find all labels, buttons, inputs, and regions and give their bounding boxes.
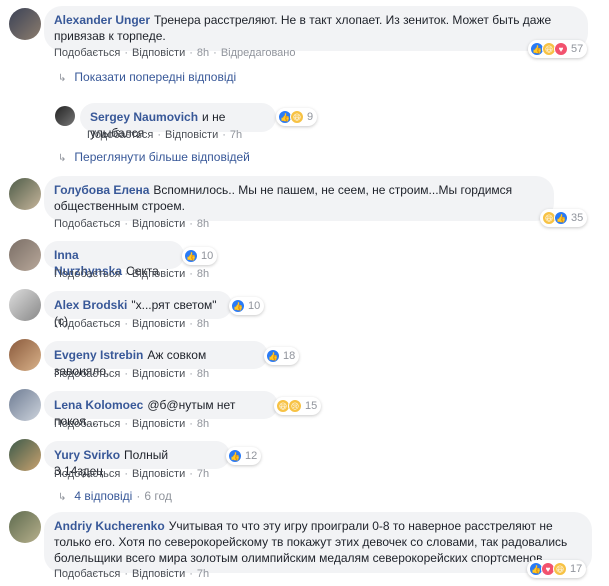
avatar[interactable] [9, 8, 41, 40]
comment-bubble: Голубова Елена Вспомнилось.. Мы не пашем,… [44, 176, 554, 221]
haha-reaction-icon: 😆 [553, 562, 567, 576]
reaction-count: 18 [283, 350, 296, 362]
comment-bubble: Andriy Kucherenko Учитывая то что эту игр… [44, 512, 592, 573]
haha-reaction-icon: 😆 [290, 110, 304, 124]
comment-actions: Подобається · Відповісти · 7h [87, 129, 243, 141]
reactions-badge[interactable]: 👍 10 [182, 247, 218, 265]
comment-time[interactable]: 8h [197, 47, 209, 59]
comment-author[interactable]: Yury Svirko [54, 448, 120, 462]
like-reaction-icon: 👍 [266, 349, 280, 363]
avatar[interactable] [9, 339, 41, 371]
reactions-badge[interactable]: 👍 12 [226, 447, 262, 465]
like-reaction-icon: 👍 [554, 211, 568, 225]
show-previous-replies[interactable]: ↳ Показати попередні відповіді [58, 70, 236, 84]
like-link[interactable]: Подобається [54, 47, 120, 59]
reactions-badge[interactable]: 😆 👍 35 [540, 209, 588, 227]
comment-bubble: Evgeny Istrebin Аж совком завоняло. [44, 341, 268, 378]
avatar[interactable] [9, 239, 41, 271]
like-link[interactable]: Подобається [54, 368, 120, 380]
reply-arrow-icon: ↳ [58, 492, 67, 503]
comment-actions: Подобається · Відповісти · 8h [54, 418, 210, 430]
avatar[interactable] [55, 106, 75, 126]
reply-link[interactable]: Відповісти [132, 568, 185, 580]
reply-arrow-icon: ↳ [58, 73, 67, 84]
comment-time[interactable]: 8h [197, 218, 209, 230]
comment-bubble: Inna Nurzhynska Секта [44, 241, 184, 278]
comment-author[interactable]: Sergey Naumovich [90, 110, 198, 124]
comment-actions: Подобається · Відповісти · 8h [54, 218, 210, 230]
reply-link[interactable]: Відповісти [132, 218, 185, 230]
like-link[interactable]: Подобається [54, 418, 120, 430]
edited-label[interactable]: Відредаговано [221, 47, 296, 59]
reply-link[interactable]: Відповісти [132, 47, 185, 59]
comment-actions: Подобається · Відповісти · 8h [54, 268, 210, 280]
like-reaction-icon: 👍 [184, 249, 198, 263]
comment-actions: Подобається · Відповісти · 8h · Відредаговано [54, 47, 296, 59]
reply-link[interactable]: Відповісти [132, 418, 185, 430]
view-more-replies[interactable]: ↳ Переглянути більше відповідей [58, 150, 250, 164]
like-reaction-icon: 👍 [231, 299, 245, 313]
like-link[interactable]: Подобається [54, 318, 120, 330]
comment-bubble: Lena Kolomoec @б@нутым нет покоя.... [44, 391, 278, 428]
replies-count-link[interactable]: ↳ 4 відповіді · 6 год [58, 489, 172, 503]
reaction-count: 35 [571, 212, 584, 224]
comment-author[interactable]: Голубова Елена [54, 183, 149, 197]
reactions-badge[interactable]: 👍 😆 ♥ 57 [528, 40, 588, 58]
like-link[interactable]: Подобається [54, 468, 120, 480]
love-reaction-icon: ♥ [554, 42, 568, 56]
reactions-badge[interactable]: 👍 ♥ 😆 17 [527, 560, 587, 578]
reaction-count: 15 [305, 400, 318, 412]
replies-time: 6 год [144, 489, 172, 503]
comment-author[interactable]: Lena Kolomoec [54, 398, 143, 412]
like-link[interactable]: Подобається [54, 268, 120, 280]
reactions-badge[interactable]: 👍 😆 9 [276, 108, 318, 126]
comment-bubble: Alex Brodski "х...рят светом" (с) [44, 291, 232, 328]
comment-author[interactable]: Alexander Unger [54, 13, 150, 27]
reaction-count: 12 [245, 450, 258, 462]
reaction-count: 10 [248, 300, 261, 312]
comment-bubble: Alexander Unger Тренера расстреляют. Не в… [44, 6, 588, 51]
avatar[interactable] [9, 178, 41, 210]
comment-time[interactable]: 8h [197, 318, 209, 330]
like-link[interactable]: Подобається [87, 129, 153, 141]
reply-arrow-icon: ↳ [58, 153, 67, 164]
reply-link[interactable]: Відповісти [165, 129, 218, 141]
like-link[interactable]: Подобається [54, 568, 120, 580]
like-link[interactable]: Подобається [54, 218, 120, 230]
reactions-badge[interactable]: 👍 18 [264, 347, 300, 365]
like-reaction-icon: 👍 [228, 449, 242, 463]
comment-time[interactable]: 8h [197, 268, 209, 280]
reply-link[interactable]: Відповісти [132, 268, 185, 280]
avatar[interactable] [9, 389, 41, 421]
comment-actions: Подобається · Відповісти · 8h [54, 368, 210, 380]
comment-author[interactable]: Alex Brodski [54, 298, 127, 312]
avatar[interactable] [9, 289, 41, 321]
reaction-count: 10 [201, 250, 214, 262]
comment-actions: Подобається · Відповісти · 8h [54, 318, 210, 330]
sad-reaction-icon: 😢 [288, 399, 302, 413]
comment-actions: Подобається · Відповісти · 7h [54, 468, 210, 480]
comment-time[interactable]: 7h [197, 468, 209, 480]
comment-time[interactable]: 7h [230, 129, 242, 141]
comment-author[interactable]: Evgeny Istrebin [54, 348, 143, 362]
avatar[interactable] [9, 439, 41, 471]
comment-time[interactable]: 7h [197, 568, 209, 580]
reaction-count: 9 [307, 111, 314, 123]
reaction-count: 17 [570, 563, 583, 575]
avatar[interactable] [9, 511, 41, 543]
reactions-badge[interactable]: 👍 10 [229, 297, 265, 315]
comment-time[interactable]: 8h [197, 418, 209, 430]
comment-time[interactable]: 8h [197, 368, 209, 380]
reply-link[interactable]: Відповісти [132, 318, 185, 330]
reply-link[interactable]: Відповісти [132, 468, 185, 480]
comment-bubble: Yury Svirko Полный 3.14здец [44, 441, 230, 478]
comment-actions: Подобається · Відповісти · 7h [54, 568, 210, 580]
reactions-badge[interactable]: 😆 😢 15 [274, 397, 322, 415]
comment-author[interactable]: Andriy Kucherenko [54, 519, 165, 533]
reply-link[interactable]: Відповісти [132, 368, 185, 380]
reaction-count: 57 [571, 43, 584, 55]
comment-bubble: Sergey Naumovich и не улыбался [80, 103, 276, 140]
